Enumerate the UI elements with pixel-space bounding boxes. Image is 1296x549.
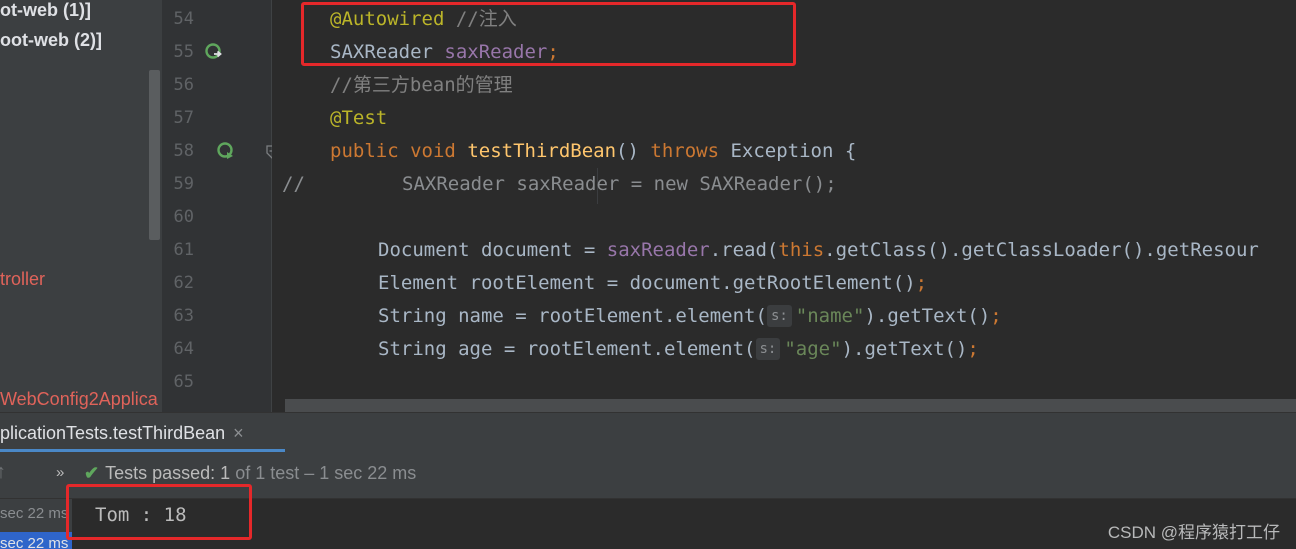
line-number: 62	[173, 273, 194, 293]
line-number: 59	[173, 174, 194, 194]
tree-item-application[interactable]: WebConfig2Applica	[0, 389, 158, 410]
project-tree: ot-web (1)] oot-web (2)] troller WebConf…	[0, 0, 162, 412]
editor-horizontal-scrollbar[interactable]	[285, 399, 1296, 412]
semicolon-token: ;	[990, 305, 1002, 327]
status-count: 1	[220, 463, 231, 483]
tree-item-module-1[interactable]: ot-web (1)]	[0, 0, 91, 21]
code-token: ).getText()	[864, 305, 991, 327]
semicolon-token: ;	[967, 338, 979, 360]
highlight-box-autowired	[301, 2, 796, 66]
string-token: "age"	[784, 338, 842, 360]
code-line-61: Document document = saxReader.read(this.…	[378, 234, 1259, 267]
test-tree-row[interactable]: sec 22 ms	[0, 502, 72, 526]
code-line-59-prefix: //	[282, 173, 305, 195]
keyword-token: this	[778, 239, 825, 261]
line-number: 55	[173, 42, 194, 62]
code-token: String age = rootElement.element(	[378, 338, 756, 360]
line-number: 61	[173, 240, 194, 260]
string-token: "name"	[795, 305, 865, 327]
semicolon-token: ;	[915, 272, 928, 294]
line-number: 63	[173, 306, 194, 326]
close-icon[interactable]: ×	[233, 423, 244, 444]
test-tree: sec 22 ms sec 22 ms	[0, 499, 72, 549]
code-line-58: public void testThirdBean() throws Excep…	[330, 135, 856, 168]
code-line-59: SAXReader saxReader = new SAXReader();	[402, 173, 837, 195]
test-tree-row-selected[interactable]: sec 22 ms	[0, 532, 72, 549]
status-label: Tests passed:	[105, 463, 216, 483]
check-icon: ✔	[84, 463, 100, 483]
code-token: Document document =	[378, 239, 607, 261]
code-token: String name = rootElement.element(	[378, 305, 767, 327]
parameter-hint: s:	[766, 305, 792, 327]
tree-item-controller[interactable]: troller	[0, 269, 45, 290]
line-number: 60	[173, 207, 194, 227]
run-tab-label: plicationTests.testThirdBean	[0, 422, 226, 443]
code-line-57: @Test	[330, 102, 387, 135]
keyword-token: public	[330, 140, 399, 162]
highlight-box-output	[66, 484, 252, 540]
watermark: CSDN @程序猿打工仔	[1107, 523, 1280, 542]
line-number: 65	[173, 372, 194, 392]
comment-token: //第三方bean的管理	[330, 74, 513, 96]
up-arrow-icon[interactable]: ↑	[0, 461, 6, 484]
code-token: .read(	[709, 239, 779, 261]
code-line-62: Element rootElement = document.getRootEl…	[378, 267, 927, 300]
chevron-right-icon[interactable]: »	[56, 464, 64, 481]
line-number: 57	[173, 108, 194, 128]
test-status: ✔ Tests passed: 1 of 1 test – 1 sec 22 ms	[84, 463, 416, 484]
code-token: ).getText()	[841, 338, 968, 360]
run-test-icon[interactable]	[217, 142, 235, 160]
code-token: .getClass().getClassLoader().getResour	[824, 239, 1259, 261]
code-line-63: String name = rootElement.element(s: "nam…	[378, 300, 1002, 333]
line-number: 56	[173, 75, 194, 95]
code-line-64: String age = rootElement.element(s: "age"…	[378, 333, 979, 366]
line-number: 58	[173, 141, 194, 161]
paren-token: ()	[616, 140, 639, 162]
line-number: 54	[173, 9, 194, 29]
method-name-token: testThirdBean	[467, 140, 617, 162]
run-field-icon[interactable]	[205, 43, 223, 61]
status-detail: of 1 test – 1 sec 22 ms	[235, 463, 417, 483]
keyword-token: void	[410, 140, 456, 162]
field-token: saxReader	[606, 239, 710, 261]
annotation-token: @Test	[330, 107, 388, 129]
tree-scrollbar[interactable]	[149, 70, 160, 240]
exception-token: Exception {	[730, 140, 857, 162]
parameter-hint: s:	[755, 338, 781, 360]
run-tab-bar: plicationTests.testThirdBean ×	[0, 412, 1296, 453]
line-number: 64	[173, 339, 194, 359]
tree-item-module-2[interactable]: oot-web (2)]	[0, 30, 102, 51]
code-token: Element rootElement = document.getRootEl…	[378, 272, 916, 294]
keyword-token: throws	[650, 140, 720, 162]
run-tab-test[interactable]: plicationTests.testThirdBean ×	[0, 413, 254, 453]
code-line-56: //第三方bean的管理	[330, 69, 513, 102]
